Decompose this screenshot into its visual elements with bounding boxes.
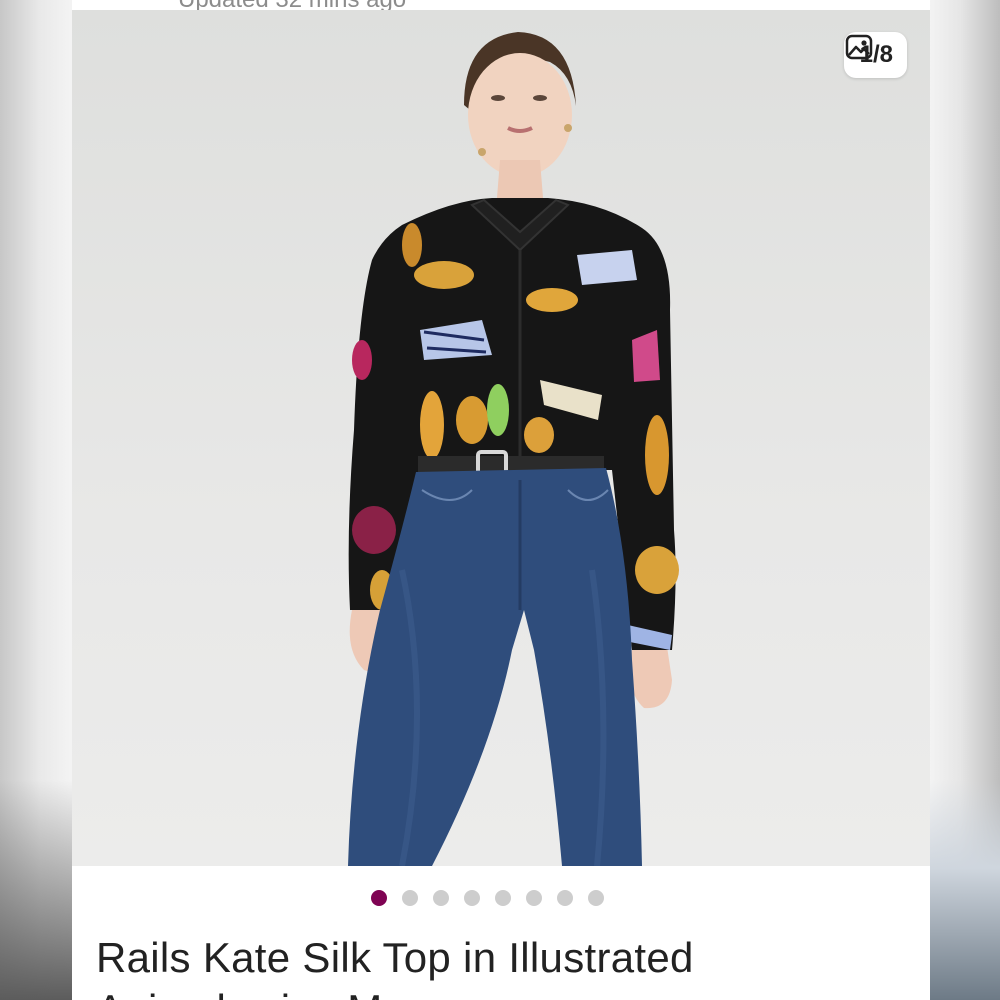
listing-card: Updated 32 mins ago <box>72 0 930 1000</box>
carousel-dot-4[interactable] <box>463 890 480 906</box>
background-right-edge <box>928 780 1000 1000</box>
carousel-pagination[interactable] <box>72 890 930 906</box>
carousel-dot-7[interactable] <box>556 890 573 906</box>
carousel-dot-6[interactable] <box>525 890 542 906</box>
carousel-dot-5[interactable] <box>494 890 511 906</box>
image-counter[interactable]: 1/8 <box>843 32 907 78</box>
carousel-dot-3[interactable] <box>432 890 449 906</box>
carousel-dot-1[interactable] <box>370 890 387 906</box>
background-left-edge <box>0 780 72 1000</box>
carousel-dot-2[interactable] <box>401 890 418 906</box>
listing-title: Rails Kate Silk Top in Illustrated Anima… <box>96 932 916 1000</box>
listing-title-line-2: Animals size M <box>96 986 383 1000</box>
listing-title-line-1: Rails Kate Silk Top in Illustrated <box>96 934 694 981</box>
model-illustration <box>348 32 679 866</box>
carousel-dot-8[interactable] <box>587 890 604 906</box>
product-photo[interactable]: 1/8 <box>72 10 930 866</box>
